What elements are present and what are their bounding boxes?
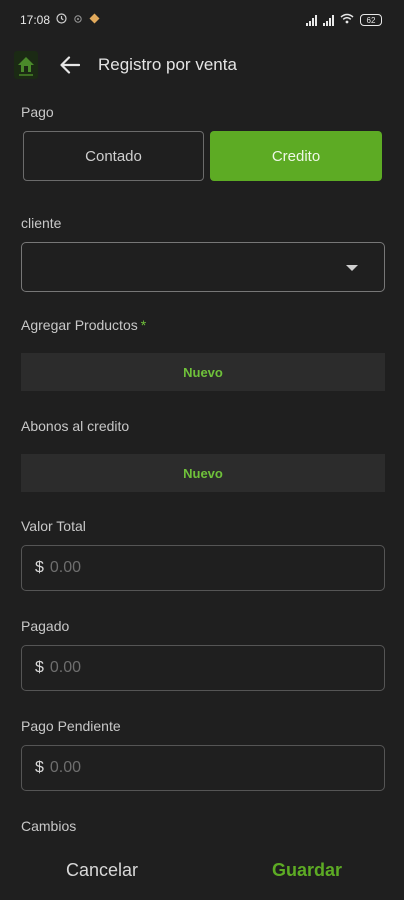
add-credit-payment-button[interactable]: Nuevo [21, 454, 385, 492]
save-button[interactable]: Guardar [272, 860, 342, 881]
back-button[interactable] [58, 52, 82, 78]
changes-label: Cambios [21, 818, 77, 834]
add-credit-payment-label: Nuevo [183, 465, 223, 481]
cancel-button[interactable]: Cancelar [66, 860, 138, 881]
products-label-text: Agregar Productos [21, 317, 138, 333]
credit-payments-label: Abonos al credito [21, 418, 130, 434]
pending-placeholder: 0.00 [49, 759, 82, 776]
signal-icon [306, 14, 317, 26]
wifi-icon [340, 13, 354, 27]
battery-level: 62 [366, 15, 376, 25]
add-product-button[interactable]: Nuevo [21, 353, 385, 391]
required-mark: * [140, 317, 147, 333]
payment-option-label: Contado [85, 147, 142, 165]
arrow-left-icon [60, 56, 80, 74]
payment-option-contado[interactable]: Contado [23, 131, 204, 181]
settings-icon [73, 14, 83, 27]
battery-icon: 62 [360, 14, 382, 26]
paid-field[interactable]: $ 0.00 [21, 645, 385, 691]
total-value-field[interactable]: $ 0.00 [21, 545, 385, 591]
page-title: Registro por venta [98, 55, 237, 74]
add-product-label: Nuevo [183, 364, 223, 380]
clock-icon [56, 13, 67, 27]
diamond-icon [89, 13, 100, 27]
dropdown-caret-icon [346, 265, 358, 271]
payment-option-label: Credito [271, 147, 321, 165]
signal-icon [323, 14, 334, 26]
paid-placeholder: 0.00 [49, 659, 82, 676]
currency-symbol: $ [35, 559, 44, 576]
client-select[interactable] [21, 242, 385, 292]
payment-option-credito[interactable]: Credito [210, 131, 382, 181]
status-right: 62 [306, 13, 382, 27]
app-bar: Registro por venta [0, 44, 404, 86]
status-time: 17:08 [20, 13, 51, 27]
currency-symbol: $ [35, 759, 44, 776]
products-label: Agregar Productos * [21, 317, 146, 333]
payment-label: Pago [21, 104, 54, 120]
pending-field[interactable]: $ 0.00 [21, 745, 385, 791]
total-value-placeholder: 0.00 [49, 559, 82, 576]
status-bar: 17:08 62 [0, 0, 404, 40]
paid-label: Pagado [21, 618, 70, 634]
client-label: cliente [21, 215, 62, 231]
currency-symbol: $ [35, 659, 44, 676]
app-logo-icon [14, 50, 38, 80]
status-left: 17:08 [20, 13, 100, 27]
total-value-label: Valor Total [21, 518, 86, 534]
pending-label: Pago Pendiente [21, 718, 121, 734]
